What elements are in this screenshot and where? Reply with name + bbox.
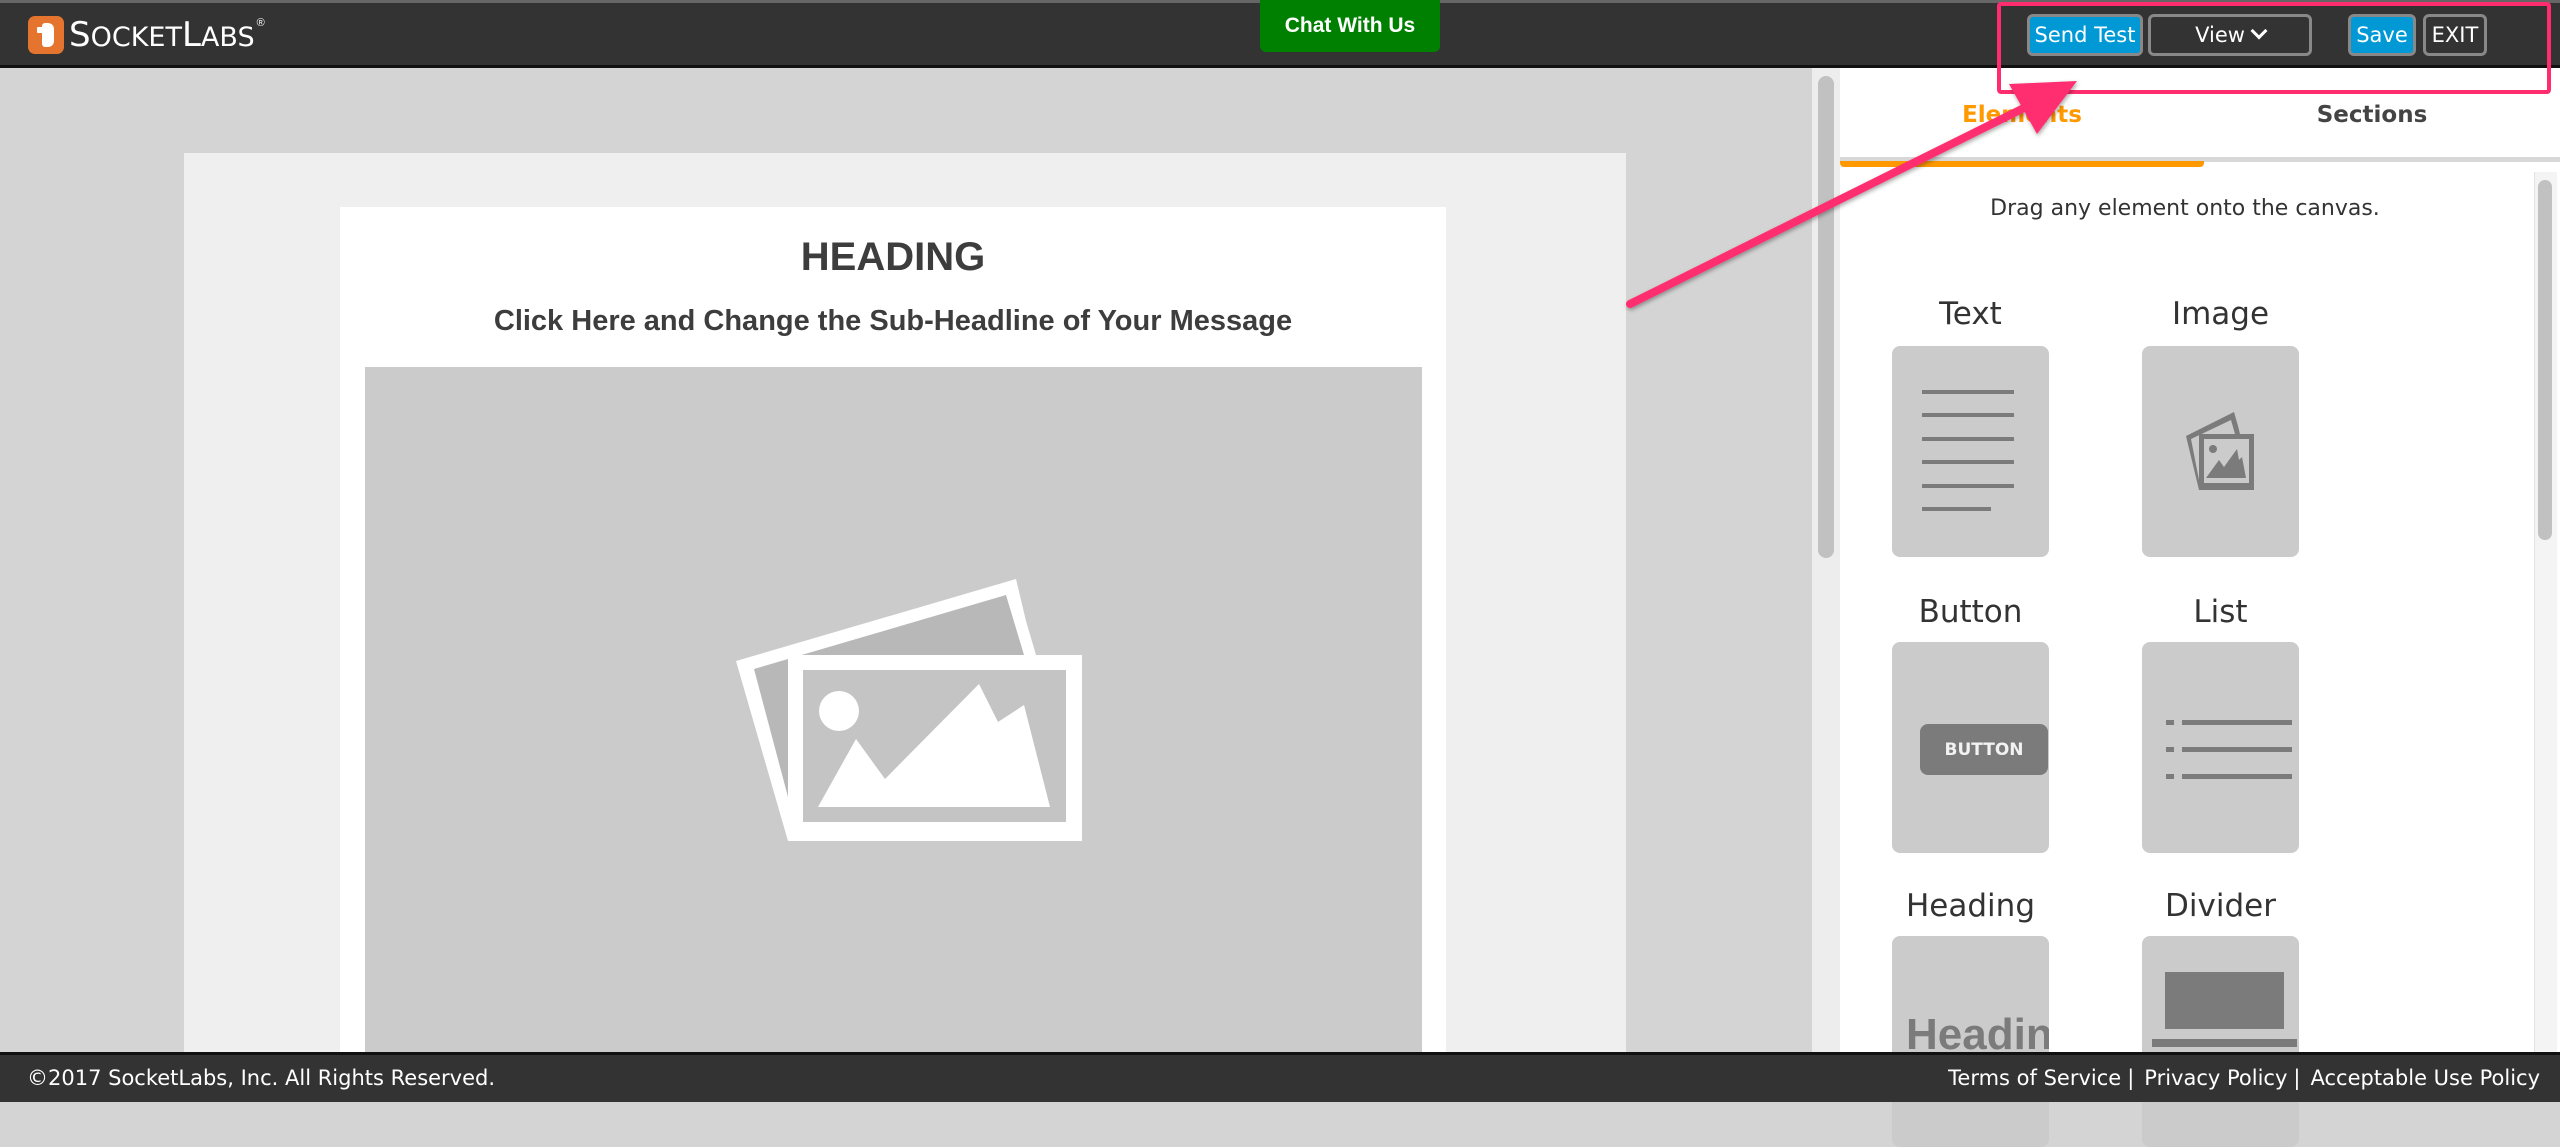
- chevron-down-icon: [2250, 22, 2268, 40]
- chat-with-us-button[interactable]: Chat With Us: [1260, 0, 1440, 52]
- email-image-block[interactable]: [365, 367, 1422, 1052]
- send-test-label: Send Test: [2034, 23, 2136, 47]
- image-placeholder-icon: [736, 579, 1082, 841]
- element-tile-list[interactable]: [2142, 642, 2299, 853]
- save-label: Save: [2356, 23, 2408, 47]
- acceptable-use-policy-link[interactable]: Acceptable Use Policy: [2310, 1066, 2540, 1090]
- logo-text: SOCKETLABS: [69, 15, 255, 55]
- element-tile-divider[interactable]: [2142, 936, 2299, 1147]
- elements-panel: Elements Sections Drag any element onto …: [1840, 68, 2560, 1147]
- element-label-list: List: [2193, 594, 2248, 630]
- footer-separator: |: [2293, 1066, 2301, 1090]
- canvas-scrollbar-thumb[interactable]: [1818, 76, 1834, 558]
- element-label-heading: Heading: [1906, 888, 2035, 924]
- text-lines-icon: [1922, 390, 2014, 511]
- button-icon: BUTTON: [1920, 724, 2048, 775]
- tab-sections[interactable]: Sections: [2204, 68, 2540, 162]
- view-label: View: [2195, 23, 2245, 47]
- view-dropdown[interactable]: View: [2148, 14, 2312, 56]
- copyright-text: ©2017 SocketLabs, Inc. All Rights Reserv…: [27, 1066, 496, 1090]
- logo-mark-icon: [28, 16, 64, 54]
- email-body: HEADING Click Here and Change the Sub-He…: [340, 207, 1446, 1052]
- socketlabs-logo[interactable]: SOCKETLABS ®: [28, 15, 265, 55]
- divider-icon: [2152, 972, 2297, 1047]
- element-tile-text[interactable]: [1892, 346, 2049, 557]
- list-icon: [2166, 720, 2292, 779]
- panel-scrollbar-thumb[interactable]: [2538, 180, 2552, 540]
- email-heading[interactable]: HEADING: [340, 235, 1446, 280]
- send-test-button[interactable]: Send Test: [2027, 14, 2143, 56]
- registered-mark: ®: [256, 17, 265, 29]
- element-tile-button[interactable]: BUTTON: [1892, 642, 2049, 853]
- element-label-button: Button: [1918, 594, 2023, 630]
- footer-links: Terms of Service | Privacy Policy | Acceptab…: [1948, 1066, 2540, 1090]
- element-tile-image[interactable]: [2142, 346, 2299, 557]
- tab-elements[interactable]: Elements: [1840, 68, 2204, 167]
- exit-label: EXIT: [2431, 23, 2479, 47]
- email-canvas[interactable]: HEADING Click Here and Change the Sub-He…: [0, 68, 1812, 1052]
- exit-button[interactable]: EXIT: [2423, 14, 2487, 56]
- element-label-text: Text: [1939, 296, 2002, 332]
- element-tile-heading[interactable]: Heading: [1892, 936, 2049, 1147]
- element-label-divider: Divider: [2165, 888, 2276, 924]
- footer-separator: |: [2127, 1066, 2135, 1090]
- footer: ©2017 SocketLabs, Inc. All Rights Reserv…: [0, 1052, 2560, 1102]
- canvas-scrollbar[interactable]: [1812, 68, 1840, 1052]
- email-page: HEADING Click Here and Change the Sub-He…: [184, 153, 1626, 1052]
- image-icon: [2186, 412, 2254, 490]
- privacy-policy-link[interactable]: Privacy Policy: [2144, 1066, 2287, 1090]
- save-button[interactable]: Save: [2348, 14, 2416, 56]
- drag-hint: Drag any element onto the canvas.: [1990, 196, 2380, 221]
- panel-tabs: Elements Sections: [1840, 68, 2560, 167]
- email-subheading[interactable]: Click Here and Change the Sub-Headline o…: [340, 305, 1446, 338]
- element-label-image: Image: [2171, 296, 2270, 332]
- terms-of-service-link[interactable]: Terms of Service: [1948, 1066, 2121, 1090]
- panel-scrollbar[interactable]: [2534, 172, 2557, 1052]
